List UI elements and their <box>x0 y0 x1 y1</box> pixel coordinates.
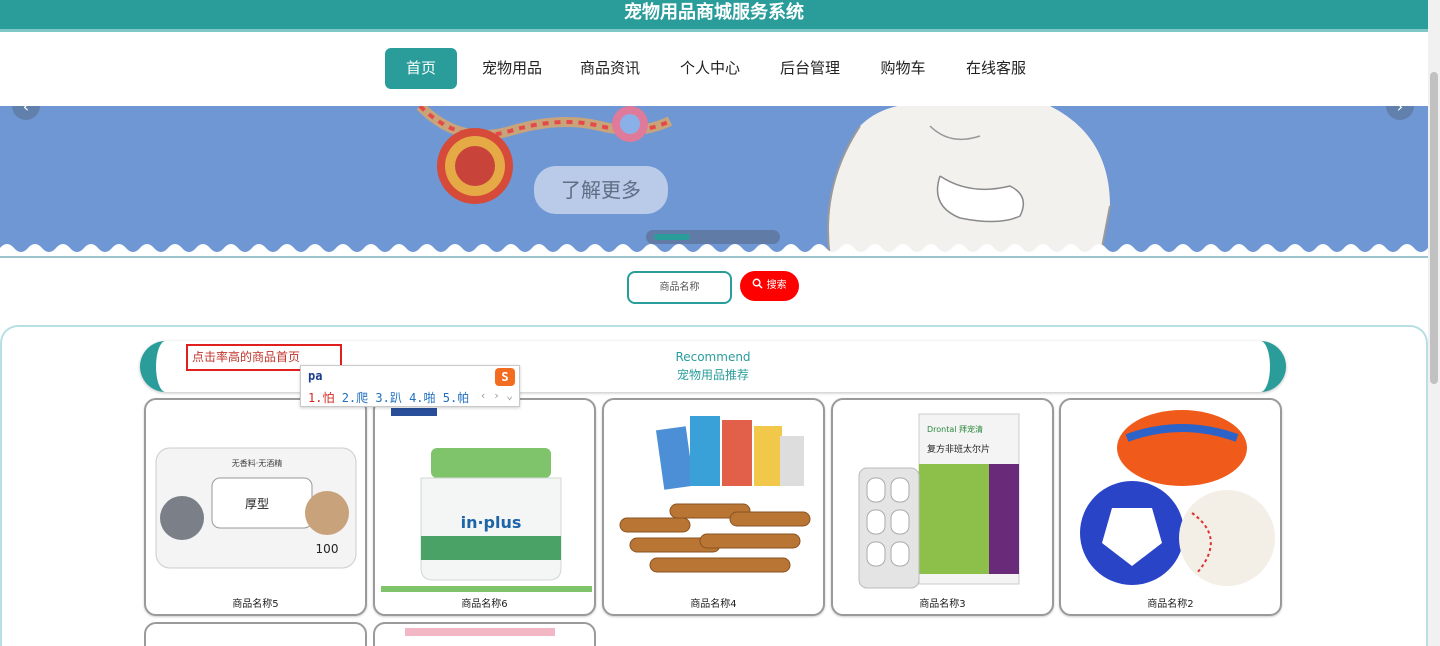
prev-slide-button[interactable]: ‹ <box>12 106 40 120</box>
ime-candidate[interactable]: 1.怕 <box>308 391 334 405</box>
ime-candidate[interactable]: 3.趴 <box>375 391 401 405</box>
scrollbar-thumb[interactable] <box>1430 72 1438 384</box>
product-card[interactable] <box>373 622 596 646</box>
ime-input-text: pa <box>308 369 323 383</box>
search-input[interactable]: 商品名称 <box>627 271 732 304</box>
product-name: 商品名称2 <box>1147 599 1194 610</box>
product-card[interactable]: 无香料·无酒精 厚型 100 商品名称5 <box>144 398 367 616</box>
product-image <box>619 416 811 573</box>
ime-candidate[interactable]: 4.啪 <box>409 391 435 405</box>
title-bar: 宠物用品商城服务系统 <box>0 0 1428 32</box>
nav-home[interactable]: 首页 <box>385 48 457 89</box>
nav-cart[interactable]: 购物车 <box>872 48 934 89</box>
product-image <box>1080 410 1275 586</box>
learn-more-button[interactable]: 了解更多 <box>534 166 668 214</box>
ime-candidate-window: pa S 1.怕 2.爬 3.趴 4.啪 5.帕 ‹ › ⌄ <box>300 365 520 407</box>
svg-text:Drontal 拜宠清: Drontal 拜宠清 <box>927 424 983 434</box>
svg-text:厚型: 厚型 <box>245 497 269 511</box>
cat-image <box>827 106 1111 258</box>
product-image: in·plus <box>381 408 592 592</box>
nav-customer-service[interactable]: 在线客服 <box>958 48 1034 89</box>
ime-logo-icon[interactable]: S <box>495 368 515 386</box>
product-image <box>405 628 555 636</box>
ime-candidate-list: 1.怕 2.爬 3.趴 4.啪 5.帕 <box>308 389 469 406</box>
site-title: 宠物用品商城服务系统 <box>624 2 804 23</box>
product-name: 商品名称4 <box>690 599 737 610</box>
banner-wave <box>0 244 1428 258</box>
main-nav: 首页 宠物用品 商品资讯 个人中心 后台管理 购物车 在线客服 <box>0 35 1428 106</box>
product-card[interactable] <box>144 622 367 646</box>
product-name: 商品名称3 <box>919 599 966 610</box>
nav-pet-supplies[interactable]: 宠物用品 <box>474 48 550 89</box>
product-image: Drontal 拜宠清 复方非班太尔片 <box>858 413 1020 589</box>
svg-text:复方非班太尔片: 复方非班太尔片 <box>927 443 990 455</box>
next-slide-button[interactable]: › <box>1386 106 1414 120</box>
svg-text:in·plus: in·plus <box>461 513 522 532</box>
svg-text:无香料·无酒精: 无香料·无酒精 <box>232 458 283 468</box>
ime-candidate[interactable]: 2.爬 <box>342 391 368 405</box>
page-scrollbar[interactable] <box>1428 0 1440 646</box>
product-card[interactable]: 商品名称2 <box>1059 398 1282 616</box>
search-button[interactable]: 搜索 <box>740 271 799 301</box>
nav-news[interactable]: 商品资讯 <box>572 48 648 89</box>
nav-personal-center[interactable]: 个人中心 <box>672 48 748 89</box>
product-card[interactable]: Drontal 拜宠清 复方非班太尔片 商品名称3 <box>831 398 1054 616</box>
nav-admin[interactable]: 后台管理 <box>772 48 848 89</box>
page: 宠物用品商城服务系统 首页 宠物用品 商品资讯 个人中心 后台管理 购物车 在线… <box>0 0 1440 646</box>
product-name: 商品名称6 <box>461 599 508 610</box>
search-icon <box>752 278 764 289</box>
ime-candidate[interactable]: 5.帕 <box>443 391 469 405</box>
product-name: 商品名称5 <box>232 599 279 610</box>
svg-text:100: 100 <box>316 542 339 556</box>
product-card[interactable]: 商品名称4 <box>602 398 825 616</box>
banner-carousel: 了解更多 ‹ › <box>0 106 1428 258</box>
product-card[interactable]: in·plus 商品名称6 <box>373 398 596 616</box>
search-button-label: 搜索 <box>766 280 787 291</box>
product-image: 无香料·无酒精 厚型 100 <box>155 447 357 569</box>
ime-page-arrows-icon[interactable]: ‹ › ⌄ <box>480 389 513 402</box>
